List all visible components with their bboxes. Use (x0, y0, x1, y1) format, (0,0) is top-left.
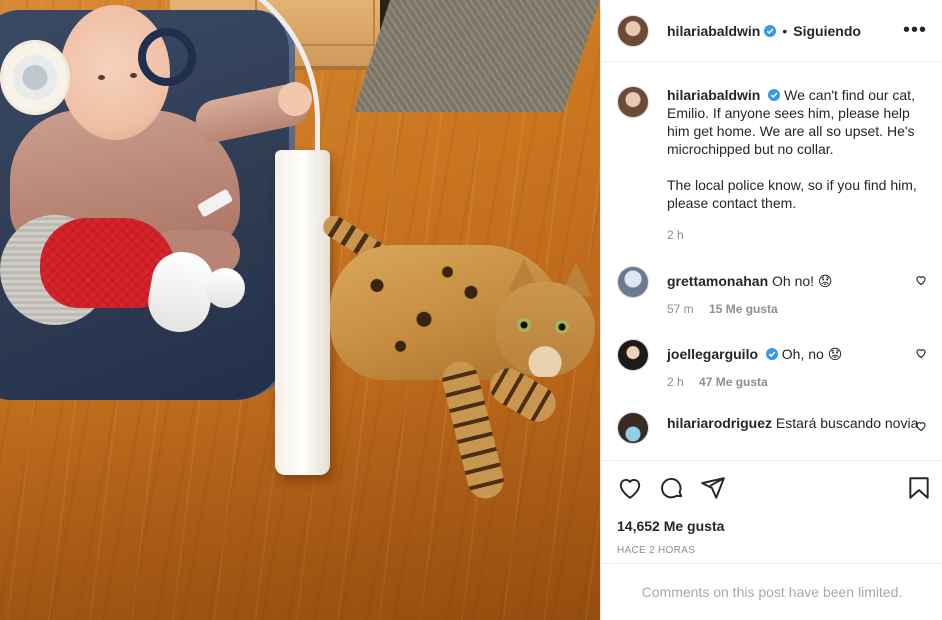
comment-like-heart-icon[interactable] (915, 274, 927, 286)
verified-badge-icon (768, 89, 781, 101)
comment-avatar[interactable] (617, 412, 649, 444)
header-separator: • (782, 22, 788, 39)
comment-time[interactable]: 57 m (667, 302, 694, 316)
comment-avatar[interactable] (617, 339, 649, 371)
caption-username[interactable]: hilariabaldwin (667, 87, 760, 103)
like-count[interactable]: 14,652 Me gusta (617, 518, 724, 534)
more-options-icon[interactable]: ••• (903, 20, 927, 40)
post-side-panel: hilariabaldwin • Siguiendo ••• hilariaba… (600, 0, 942, 620)
post-header: hilariabaldwin • Siguiendo ••• (601, 0, 942, 62)
comment-username[interactable]: joellegarguilo (667, 346, 758, 362)
cat-eye (517, 318, 531, 332)
floor-rug (353, 0, 600, 112)
following-button[interactable]: Siguiendo (793, 23, 861, 39)
author-avatar[interactable] (617, 14, 649, 47)
comment-item: grettamonahan Oh no! 😟 57 m 15 Me gusta (617, 266, 927, 318)
post-actions: 14,652 Me gusta HACE 2 HORAS (601, 460, 942, 563)
comment-likes[interactable]: 47 Me gusta (699, 375, 768, 389)
comment-time[interactable]: 2 h (667, 375, 684, 389)
post-timestamp[interactable]: HACE 2 HORAS (617, 545, 695, 556)
comment-meta: 57 m 15 Me gusta (667, 300, 927, 318)
verified-badge-icon (765, 348, 778, 360)
comments-limited-notice: Comments on this post have been limited. (601, 563, 942, 620)
header-info: hilariabaldwin • Siguiendo (667, 23, 861, 39)
caption: hilariabaldwin We can't find our cat, Em… (617, 86, 927, 244)
comment-meta: 2 h 47 Me gusta (667, 373, 927, 391)
comment-item: joellegarguilo Oh, no 😟 2 h 47 Me gusta (617, 339, 927, 391)
comment-like-heart-icon[interactable] (915, 420, 927, 432)
comment-avatar[interactable] (617, 266, 649, 298)
comment-like-heart-icon[interactable] (915, 347, 927, 359)
baby-eye (130, 73, 137, 78)
heart-icon[interactable] (617, 475, 643, 501)
comment-likes[interactable]: 15 Me gusta (709, 302, 778, 316)
cat-eye (555, 320, 569, 334)
author-username[interactable]: hilariabaldwin (667, 23, 760, 39)
baby-eye (98, 75, 105, 80)
post-photo[interactable] (0, 0, 600, 620)
comment-item: hilariarodriguez Estará buscando novia (617, 412, 927, 444)
bookmark-icon[interactable] (906, 475, 932, 501)
caption-avatar[interactable] (617, 86, 649, 118)
caption-timestamp[interactable]: 2 h (667, 228, 684, 242)
hanging-toy-ring (138, 28, 196, 86)
comment-text: Oh, no 😟 (781, 346, 843, 362)
comments-list: hilariabaldwin We can't find our cat, Em… (601, 62, 942, 460)
comment-body: joellegarguilo Oh, no 😟 2 h 47 Me gusta (667, 339, 927, 391)
hanging-toy-flower (0, 40, 70, 115)
comment-body: hilariarodriguez Estará buscando novia (667, 412, 927, 444)
verified-badge-icon (764, 24, 777, 37)
comment-username[interactable]: hilariarodriguez (667, 415, 772, 431)
comment-text: Estará buscando novia (775, 415, 919, 431)
caption-body: hilariabaldwin We can't find our cat, Em… (667, 86, 927, 244)
caption-time: 2 h (667, 226, 927, 244)
caption-text-2: The local police know, so if you find hi… (667, 177, 917, 211)
comment-username[interactable]: grettamonahan (667, 273, 768, 289)
comment-text: Oh no! 😟 (772, 273, 833, 289)
comment-icon[interactable] (659, 475, 685, 501)
baby-sock (205, 268, 245, 308)
cat-head (495, 282, 595, 377)
comment-body: grettamonahan Oh no! 😟 57 m 15 Me gusta (667, 266, 927, 318)
share-icon[interactable] (700, 475, 726, 501)
baby-hand (278, 82, 312, 116)
